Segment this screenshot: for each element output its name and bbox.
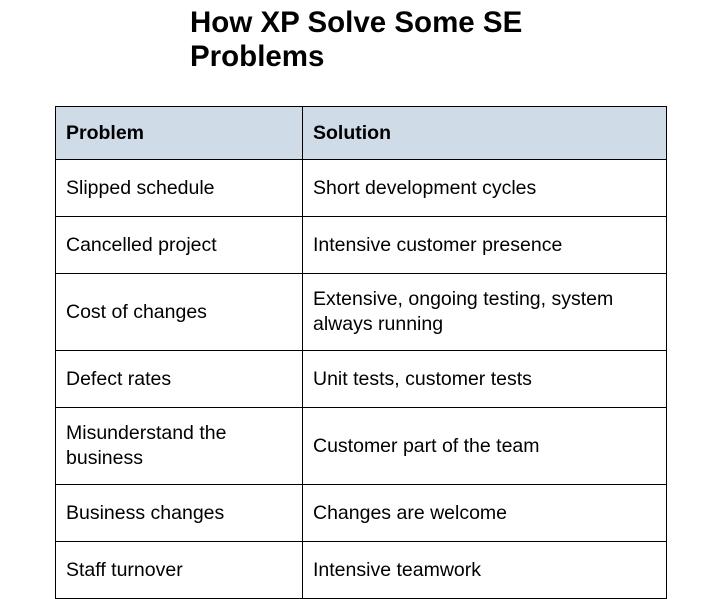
cell-problem: Cancelled project — [55, 216, 303, 274]
cell-problem: Cost of changes — [55, 273, 303, 351]
cell-solution: Intensive customer presence — [302, 216, 667, 274]
column-header-problem: Problem — [55, 106, 303, 160]
page-title: How XP Solve Some SE Problems — [190, 6, 523, 73]
table-row: Defect rates Unit tests, customer tests — [55, 350, 667, 408]
cell-problem: Business changes — [55, 484, 303, 542]
table-row: Staff turnover Intensive teamwork — [55, 541, 667, 599]
slide: How XP Solve Some SE Problems Problem So… — [0, 0, 720, 599]
cell-problem: Defect rates — [55, 350, 303, 408]
column-header-solution: Solution — [302, 106, 667, 160]
table-row: Business changes Changes are welcome — [55, 484, 667, 542]
problem-solution-table: Problem Solution Slipped schedule Short d… — [55, 106, 667, 599]
table-row: Misunderstand the business Customer part … — [55, 407, 667, 485]
cell-solution: Intensive teamwork — [302, 541, 667, 599]
table-body: Slipped schedule Short development cycles… — [55, 159, 667, 599]
table-row: Cancelled project Intensive customer pres… — [55, 216, 667, 274]
cell-solution: Short development cycles — [302, 159, 667, 217]
cell-solution: Unit tests, customer tests — [302, 350, 667, 408]
table-row: Cost of changes Extensive, ongoing testin… — [55, 273, 667, 351]
cell-problem: Staff turnover — [55, 541, 303, 599]
cell-solution: Extensive, ongoing testing, system alway… — [302, 273, 667, 351]
table-header-row: Problem Solution — [55, 106, 667, 160]
problem-solution-table-wrapper: Problem Solution Slipped schedule Short d… — [55, 106, 667, 599]
cell-solution: Customer part of the team — [302, 407, 667, 485]
cell-problem: Misunderstand the business — [55, 407, 303, 485]
table-header: Problem Solution — [55, 106, 667, 160]
cell-solution: Changes are welcome — [302, 484, 667, 542]
cell-problem: Slipped schedule — [55, 159, 303, 217]
table-row: Slipped schedule Short development cycles — [55, 159, 667, 217]
